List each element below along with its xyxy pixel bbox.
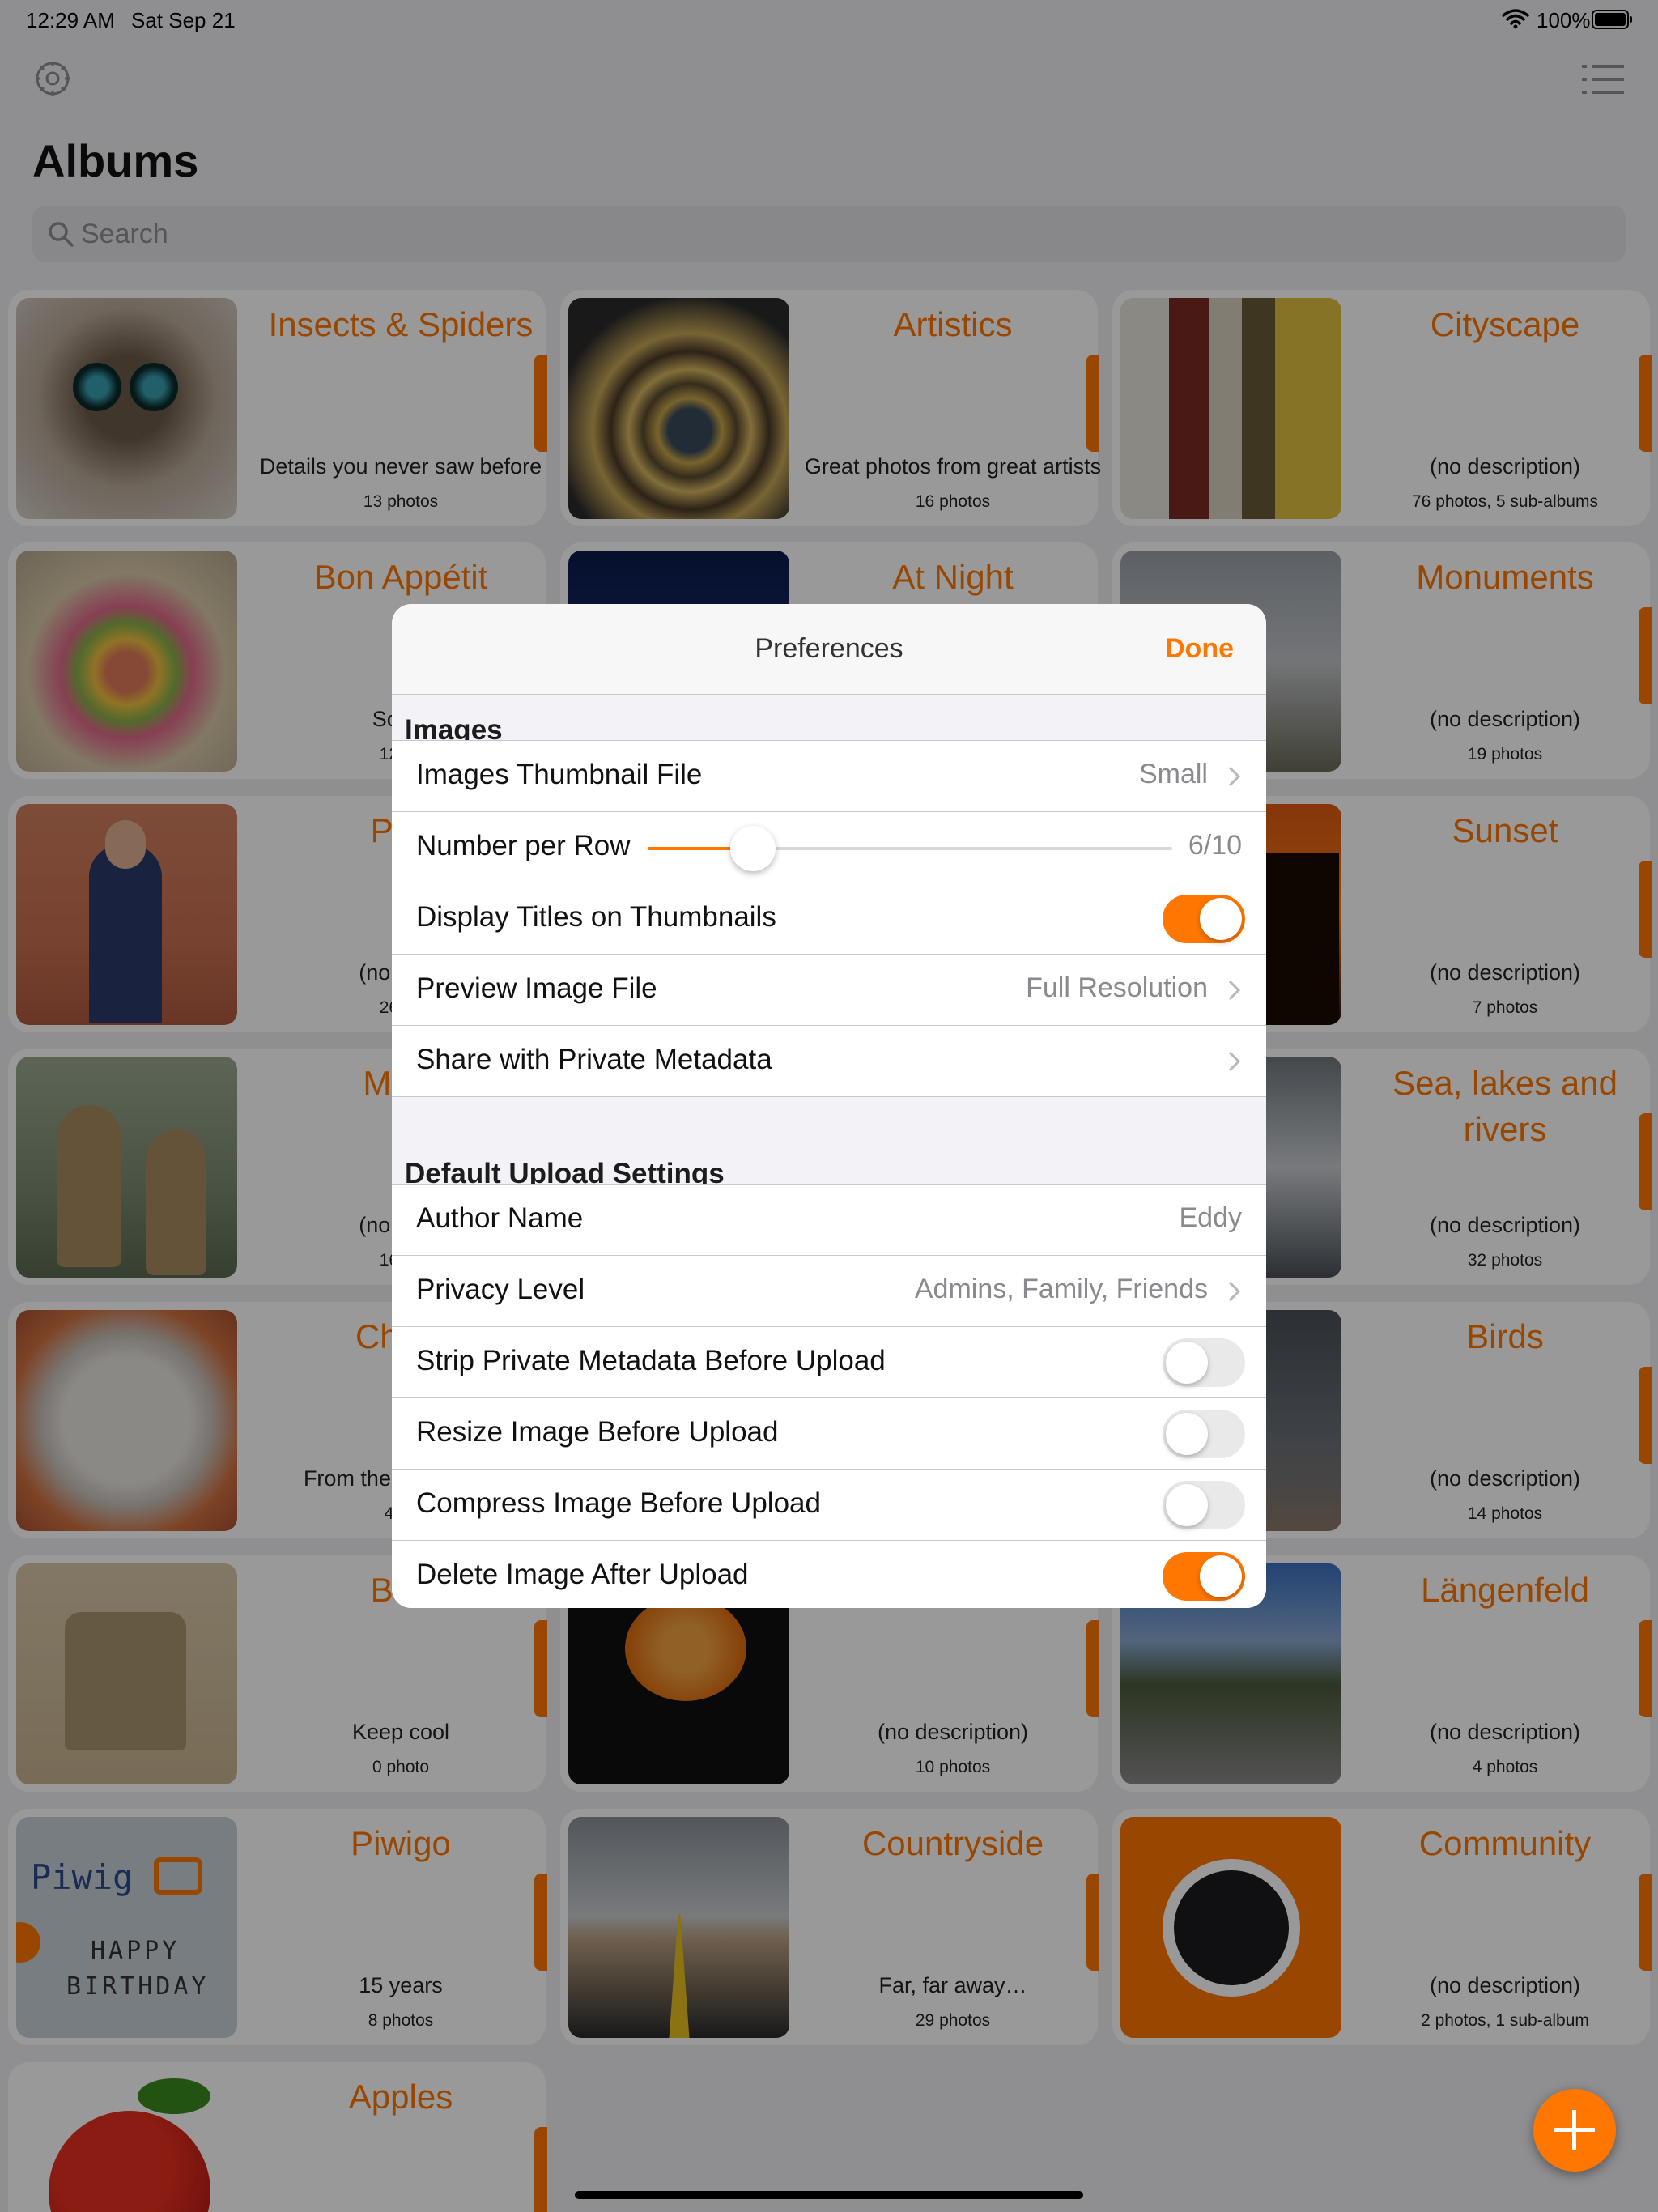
display-titles-toggle[interactable] [1163, 895, 1245, 943]
slider-knob[interactable] [729, 826, 776, 871]
thumbnail-file-row[interactable]: Images Thumbnail File Small [392, 741, 1266, 812]
share-private-metadata-row[interactable]: Share with Private Metadata [392, 1026, 1266, 1097]
row-value: Admins, Family, Friends [914, 1274, 1208, 1304]
row-label: Preview Image File [416, 972, 657, 1004]
add-album-button[interactable] [1533, 2089, 1616, 2172]
upload-settings-list: Author Name Eddy Privacy Level Admins, F… [392, 1184, 1266, 1608]
row-value: Small [1138, 759, 1208, 789]
row-label: Display Titles on Thumbnails [416, 901, 776, 933]
row-label: Number per Row [416, 830, 631, 861]
images-settings-list: Images Thumbnail File Small Number per R… [392, 740, 1266, 1097]
row-label: Delete Image After Upload [416, 1559, 749, 1590]
preview-file-row[interactable]: Preview Image File Full Resolution [392, 955, 1266, 1026]
home-indicator[interactable] [575, 2191, 1083, 2199]
preferences-modal: Preferences Done Images Images Thumbnail… [392, 604, 1266, 1608]
modal-header: Preferences Done [392, 604, 1266, 695]
author-name-field[interactable]: Eddy [1180, 1202, 1243, 1234]
compress-image-row: Compress Image Before Upload [392, 1470, 1266, 1541]
strip-metadata-toggle[interactable] [1163, 1338, 1245, 1387]
privacy-level-row[interactable]: Privacy Level Admins, Family, Friends [392, 1256, 1266, 1327]
delete-after-upload-toggle[interactable] [1163, 1552, 1245, 1601]
row-label: Privacy Level [416, 1274, 585, 1305]
number-per-row-row: Number per Row 6/10 [392, 812, 1266, 883]
row-label: Strip Private Metadata Before Upload [416, 1345, 886, 1376]
resize-image-row: Resize Image Before Upload [392, 1398, 1266, 1470]
chevron-right-icon [1228, 766, 1241, 787]
modal-title: Preferences [755, 633, 903, 664]
slider-value: 6/10 [1188, 830, 1242, 861]
row-label: Resize Image Before Upload [416, 1416, 779, 1448]
delete-after-upload-row: Delete Image After Upload [392, 1541, 1266, 1608]
display-titles-row: Display Titles on Thumbnails [392, 883, 1266, 955]
chevron-right-icon [1228, 980, 1241, 1001]
number-per-row-slider[interactable] [648, 826, 1172, 871]
chevron-right-icon [1228, 1051, 1241, 1072]
author-name-row[interactable]: Author Name Eddy [392, 1185, 1266, 1256]
row-label: Share with Private Metadata [416, 1044, 772, 1075]
row-value: Full Resolution [1026, 972, 1208, 1003]
compress-image-toggle[interactable] [1163, 1481, 1245, 1529]
strip-metadata-row: Strip Private Metadata Before Upload [392, 1327, 1266, 1398]
resize-image-toggle[interactable] [1163, 1410, 1245, 1458]
row-label: Author Name [416, 1202, 584, 1234]
done-button[interactable]: Done [1165, 633, 1234, 665]
row-label: Compress Image Before Upload [416, 1487, 821, 1519]
row-label: Images Thumbnail File [416, 759, 703, 790]
chevron-right-icon [1228, 1281, 1241, 1302]
